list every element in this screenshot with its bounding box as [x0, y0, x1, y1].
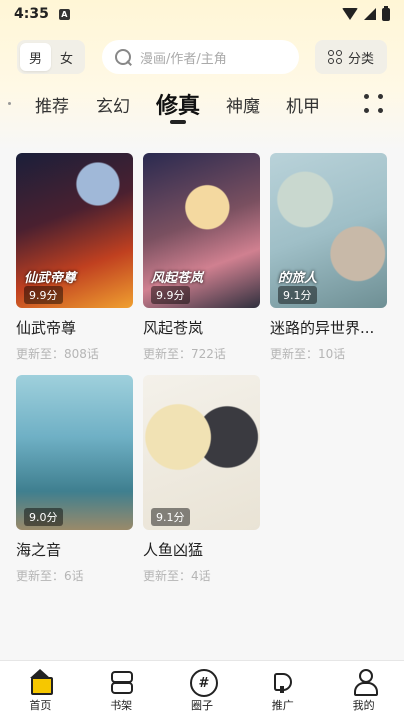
rating-badge: 9.1分	[151, 508, 190, 526]
search-placeholder: 漫画/作者/主角	[140, 51, 227, 67]
battery-icon	[382, 5, 390, 21]
tab-fantasy[interactable]: 玄幻	[96, 92, 130, 117]
tab-gods-demons[interactable]: 神魔	[226, 92, 260, 117]
comic-title[interactable]: 风起苍岚	[143, 317, 260, 338]
nav-promote[interactable]: 推广	[242, 661, 323, 720]
comic-cover[interactable]: 的旅人 9.1分	[270, 153, 387, 308]
cover-title-art: 风起苍岚	[151, 271, 204, 286]
comic-title[interactable]: 迷路的异世界...	[270, 317, 387, 338]
comic-card[interactable]: 9.0分 海之音 更新至：6话	[16, 375, 133, 584]
home-icon	[28, 669, 54, 695]
tab-mecha[interactable]: 机甲	[286, 92, 320, 117]
header-row: 男 女 漫画/作者/主角 分类	[0, 40, 404, 76]
comic-cover[interactable]: 9.1分	[143, 375, 260, 530]
status-bar: 4:35 A	[0, 0, 404, 28]
comic-card[interactable]: 风起苍岚 9.9分 风起苍岚 更新至：722话	[143, 153, 260, 362]
genre-tabs: 推荐 玄幻 修真 神魔 机甲	[0, 84, 404, 128]
comic-update-status: 更新至：808话	[16, 347, 99, 361]
comic-cover[interactable]: 风起苍岚 9.9分	[143, 153, 260, 308]
notification-icon: A	[58, 8, 70, 20]
wifi-icon	[342, 8, 358, 20]
nav-label: 推广	[271, 699, 294, 712]
cover-title-art: 的旅人	[278, 271, 318, 286]
comic-update-status: 更新至：4话	[143, 569, 211, 583]
search-icon	[114, 48, 132, 66]
rating-badge: 9.9分	[151, 286, 190, 304]
megaphone-icon	[271, 669, 295, 693]
nav-home[interactable]: 首页	[0, 661, 81, 720]
category-button[interactable]: 分类	[315, 40, 387, 74]
status-time: 4:35	[14, 6, 49, 22]
comic-cover[interactable]: 9.0分	[16, 375, 133, 530]
nav-bookshelf[interactable]: 书架	[81, 661, 162, 720]
nav-label: 圈子	[190, 699, 213, 712]
nav-circle[interactable]: 圈子	[162, 661, 243, 720]
nav-label: 书架	[110, 699, 133, 712]
tab-cultivation[interactable]: 修真	[156, 88, 200, 120]
rating-badge: 9.1分	[278, 286, 317, 304]
active-tab-indicator	[170, 120, 186, 124]
comic-card[interactable]: 仙武帝尊 9.9分 仙武帝尊 更新至：808话	[16, 153, 133, 362]
bottom-nav: 首页 书架 圈子 推广 我的	[0, 660, 404, 720]
person-icon	[352, 669, 378, 696]
comic-title[interactable]: 海之音	[16, 539, 133, 560]
comic-update-status: 更新至：10话	[270, 347, 346, 361]
cover-title-art: 仙武帝尊	[24, 271, 77, 286]
nav-label: 我的	[352, 699, 375, 712]
category-label: 分类	[347, 51, 374, 67]
comic-title[interactable]: 人鱼凶猛	[143, 539, 260, 560]
rating-badge: 9.0分	[24, 508, 63, 526]
comic-update-status: 更新至：722话	[143, 347, 226, 361]
comic-update-status: 更新至：6话	[16, 569, 84, 583]
category-grid-icon	[327, 50, 342, 64]
bookshelf-icon	[109, 669, 134, 694]
comic-cover[interactable]: 仙武帝尊 9.9分	[16, 153, 133, 308]
comic-title[interactable]: 仙武帝尊	[16, 317, 133, 338]
rating-badge: 9.9分	[24, 286, 63, 304]
gender-female-option[interactable]: 女	[51, 43, 82, 71]
signal-icon	[364, 8, 376, 20]
status-icons	[342, 5, 390, 21]
comic-card[interactable]: 9.1分 人鱼凶猛 更新至：4话	[143, 375, 260, 584]
scroll-edge-indicator	[8, 102, 11, 105]
tab-recommend[interactable]: 推荐	[35, 92, 69, 117]
comic-card[interactable]: 的旅人 9.1分 迷路的异世界... 更新至：10话	[270, 153, 387, 362]
gender-toggle: 男 女	[17, 40, 85, 74]
gender-male-option[interactable]: 男	[20, 43, 51, 71]
hashtag-icon	[189, 669, 218, 697]
nav-mine[interactable]: 我的	[323, 661, 404, 720]
more-tabs-icon[interactable]	[364, 94, 384, 114]
search-input[interactable]: 漫画/作者/主角	[102, 40, 299, 74]
nav-label: 首页	[29, 699, 52, 712]
